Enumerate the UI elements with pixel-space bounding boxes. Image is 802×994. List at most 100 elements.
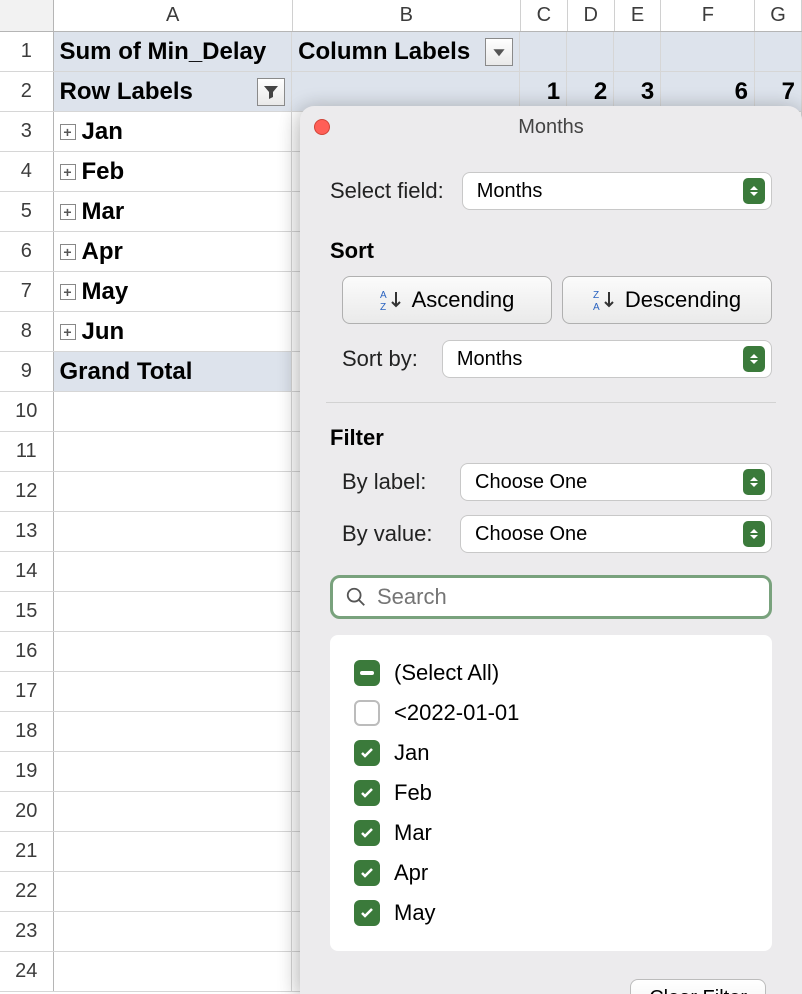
cell-e1[interactable] <box>614 32 661 71</box>
row-header-7[interactable]: 7 <box>0 272 54 311</box>
col-header-g[interactable]: G <box>755 0 802 31</box>
row-header-8[interactable]: 8 <box>0 312 54 351</box>
check-item-may[interactable]: May <box>354 893 748 933</box>
filter-search[interactable] <box>330 575 772 619</box>
search-input[interactable] <box>377 584 757 610</box>
by-label-value: Choose One <box>475 471 587 494</box>
expand-icon[interactable]: + <box>60 324 76 340</box>
cell-g1[interactable] <box>755 32 802 71</box>
check-item-apr[interactable]: Apr <box>354 853 748 893</box>
cell-a3[interactable]: + Jan <box>54 112 293 151</box>
filter-panel: Months Select field: Months Sort AZ Asce… <box>300 106 802 994</box>
cell-d1[interactable] <box>567 32 614 71</box>
check-item-label: Apr <box>394 860 428 886</box>
clear-filter-button[interactable]: Clear Filter <box>630 979 766 994</box>
checkbox-checked-icon[interactable] <box>354 900 380 926</box>
divider <box>326 402 776 403</box>
sort-ascending-button[interactable]: AZ Ascending <box>342 276 552 324</box>
expand-icon[interactable]: + <box>60 164 76 180</box>
select-all-corner[interactable] <box>0 0 54 31</box>
check-item-mar[interactable]: Mar <box>354 813 748 853</box>
cell-a9[interactable]: Grand Total <box>54 352 293 391</box>
col-header-f[interactable]: F <box>661 0 755 31</box>
sort-by-label: Sort by: <box>342 346 418 372</box>
col-header-d[interactable]: D <box>568 0 615 31</box>
sort-by-dropdown[interactable]: Months <box>442 340 772 378</box>
check-item-label: May <box>394 900 436 926</box>
sort-descending-button[interactable]: ZA Descending <box>562 276 772 324</box>
cell-a5[interactable]: + Mar <box>54 192 293 231</box>
cell-a8[interactable]: + Jun <box>54 312 293 351</box>
col-header-e[interactable]: E <box>615 0 662 31</box>
col-header-c[interactable]: C <box>521 0 568 31</box>
select-field-dropdown[interactable]: Months <box>462 172 772 210</box>
stepper-icon <box>743 469 765 495</box>
checkbox-unchecked-icon[interactable] <box>354 700 380 726</box>
month-label: Jun <box>82 318 125 346</box>
col-header-a[interactable]: A <box>54 0 293 31</box>
stepper-icon <box>743 346 765 372</box>
checkbox-partial-icon[interactable] <box>354 660 380 686</box>
cell-a7[interactable]: + May <box>54 272 293 311</box>
svg-text:A: A <box>593 302 600 312</box>
month-label: Mar <box>82 198 125 226</box>
checkbox-checked-icon[interactable] <box>354 780 380 806</box>
expand-icon[interactable]: + <box>60 124 76 140</box>
column-labels-dropdown[interactable] <box>485 38 513 66</box>
expand-icon[interactable]: + <box>60 244 76 260</box>
row-header-1[interactable]: 1 <box>0 32 54 71</box>
select-field-label: Select field: <box>330 178 444 204</box>
column-headers: A B C D E F G <box>0 0 802 32</box>
check-item-label: <2022-01-01 <box>394 700 519 726</box>
close-window-icon[interactable] <box>314 119 330 135</box>
cell-a6[interactable]: + Apr <box>54 232 293 271</box>
month-label: Apr <box>82 238 123 266</box>
sort-by-value: Months <box>457 348 523 371</box>
sort-section-title: Sort <box>330 238 772 264</box>
checkbox-checked-icon[interactable] <box>354 860 380 886</box>
cell-b1-text: Column Labels <box>298 38 470 66</box>
by-label-label: By label: <box>342 469 438 495</box>
row-header-2[interactable]: 2 <box>0 72 54 111</box>
cell-b1[interactable]: Column Labels <box>292 32 520 71</box>
cell-f1[interactable] <box>661 32 755 71</box>
check-item-jan[interactable]: Jan <box>354 733 748 773</box>
stepper-icon <box>743 521 765 547</box>
check-item-label: Mar <box>394 820 432 846</box>
row-header-6[interactable]: 6 <box>0 232 54 271</box>
month-label: May <box>82 278 129 306</box>
by-value-value: Choose One <box>475 523 587 546</box>
svg-text:Z: Z <box>593 290 599 301</box>
row-labels-filter[interactable] <box>257 78 285 106</box>
search-icon <box>345 586 367 608</box>
svg-text:Z: Z <box>380 302 386 312</box>
expand-icon[interactable]: + <box>60 204 76 220</box>
col-header-b[interactable]: B <box>293 0 521 31</box>
expand-icon[interactable]: + <box>60 284 76 300</box>
panel-titlebar[interactable]: Months <box>300 106 802 148</box>
check-item-select-all[interactable]: (Select All) <box>354 653 748 693</box>
stepper-icon <box>743 178 765 204</box>
month-label: Feb <box>82 158 125 186</box>
row-header-4[interactable]: 4 <box>0 152 54 191</box>
by-value-dropdown[interactable]: Choose One <box>460 515 772 553</box>
month-label: Jan <box>82 118 123 146</box>
cell-a4[interactable]: + Feb <box>54 152 293 191</box>
row-header-9[interactable]: 9 <box>0 352 54 391</box>
check-item-before-2022[interactable]: <2022-01-01 <box>354 693 748 733</box>
row-header-5[interactable]: 5 <box>0 192 54 231</box>
check-item-label: (Select All) <box>394 660 499 686</box>
row-header-3[interactable]: 3 <box>0 112 54 151</box>
svg-text:A: A <box>380 290 387 301</box>
cell-a2-text: Row Labels <box>60 78 193 106</box>
cell-c1[interactable] <box>520 32 567 71</box>
checkbox-checked-icon[interactable] <box>354 740 380 766</box>
cell-a1[interactable]: Sum of Min_Delay <box>54 32 293 71</box>
check-item-feb[interactable]: Feb <box>354 773 748 813</box>
checkbox-checked-icon[interactable] <box>354 820 380 846</box>
filter-section-title: Filter <box>330 425 772 451</box>
check-item-label: Jan <box>394 740 429 766</box>
filter-checklist: (Select All) <2022-01-01 Jan Feb Mar Apr <box>330 635 772 951</box>
by-label-dropdown[interactable]: Choose One <box>460 463 772 501</box>
cell-a2[interactable]: Row Labels <box>54 72 293 111</box>
